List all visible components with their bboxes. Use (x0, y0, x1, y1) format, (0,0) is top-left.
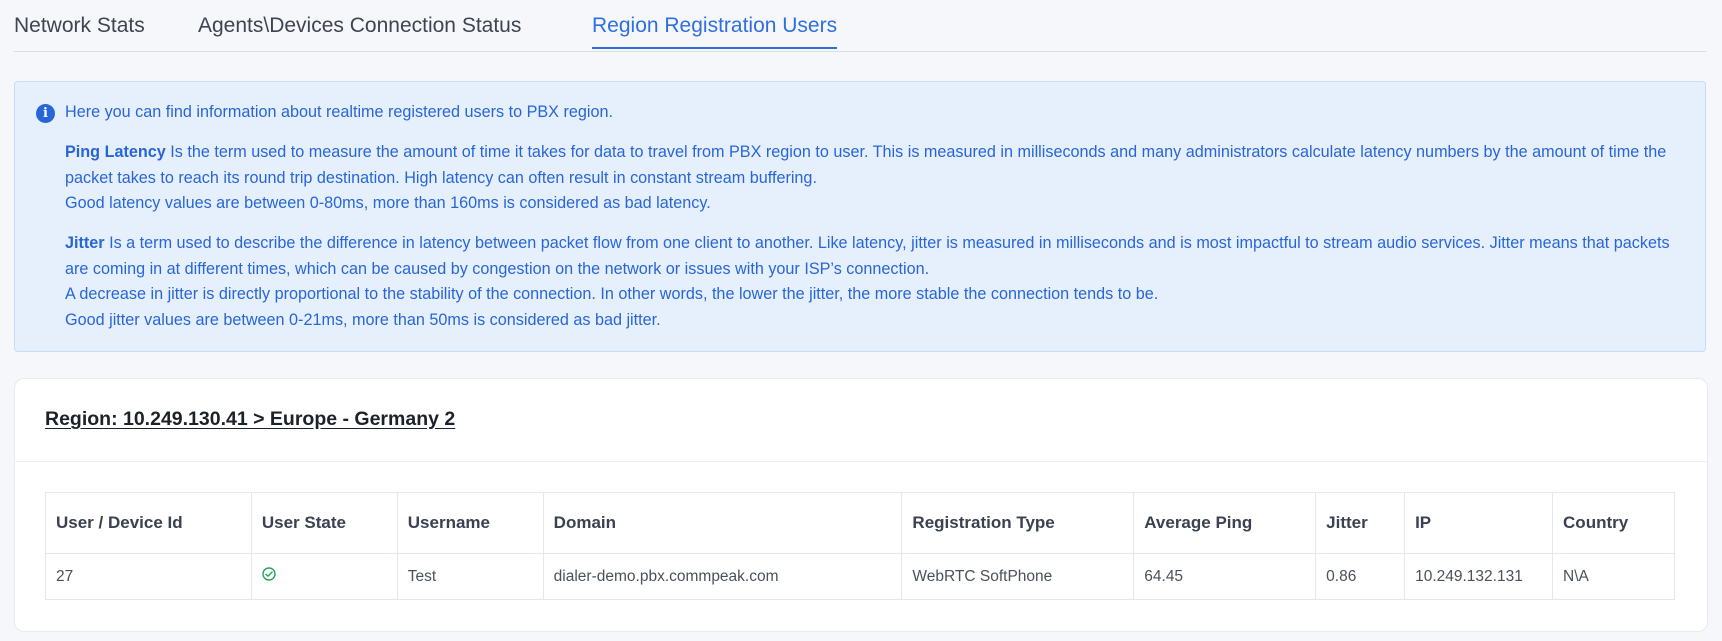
column-header-user-state[interactable]: User State (250, 492, 398, 554)
table-row: 27 Test dialer-demo.pbx.commpeak.com Web… (45, 553, 1675, 600)
region-title[interactable]: Region: 10.249.130.41 > Europe - Germany… (45, 408, 455, 431)
column-header-registration-type[interactable]: Registration Type (901, 492, 1135, 554)
cell-username: Test (396, 553, 544, 600)
cell-registration-type: WebRTC SoftPhone (901, 553, 1135, 600)
jitter-section: Jitter Is a term used to describe the di… (65, 231, 1695, 333)
check-circle-icon (262, 567, 276, 586)
info-panel: i Here you can find information about re… (14, 81, 1706, 352)
column-header-country[interactable]: Country (1552, 492, 1675, 554)
cell-domain: dialer-demo.pbx.commpeak.com (542, 553, 903, 600)
ping-latency-good-values: Good latency values are between 0-80ms, … (65, 194, 711, 212)
tab-agents-devices-connection-status[interactable]: Agents\Devices Connection Status (198, 14, 521, 48)
cell-country: N\A (1552, 553, 1675, 600)
tab-network-stats[interactable]: Network Stats (14, 14, 145, 48)
jitter-decrease-text: A decrease in jitter is directly proport… (65, 285, 1159, 303)
cell-user-device-id: 27 (45, 553, 252, 600)
column-header-average-ping[interactable]: Average Ping (1133, 492, 1317, 554)
table-header-row: User / Device Id User State Username Dom… (45, 492, 1675, 554)
column-header-ip[interactable]: IP (1404, 492, 1554, 554)
jitter-term: Jitter (65, 234, 105, 252)
cell-average-ping: 64.45 (1133, 553, 1317, 600)
region-card-header: Region: 10.249.130.41 > Europe - Germany… (15, 379, 1707, 462)
cell-ip: 10.249.132.131 (1404, 553, 1554, 600)
ping-latency-text: Is the term used to measure the amount o… (65, 143, 1667, 187)
info-icon: i (36, 104, 55, 123)
region-card: Region: 10.249.130.41 > Europe - Germany… (14, 378, 1708, 632)
ping-latency-description: Ping Latency Is the term used to measure… (65, 140, 1695, 191)
column-header-user-device-id[interactable]: User / Device Id (45, 492, 252, 554)
info-intro-text: Here you can find information about real… (65, 103, 613, 121)
tab-region-registration-users[interactable]: Region Registration Users (592, 14, 838, 49)
jitter-good-values: Good jitter values are between 0-21ms, m… (65, 310, 661, 329)
ping-latency-term: Ping Latency (65, 143, 166, 161)
column-header-domain[interactable]: Domain (542, 492, 903, 554)
column-header-username[interactable]: Username (396, 492, 544, 554)
registered-users-table: User / Device Id User State Username Dom… (45, 492, 1675, 600)
jitter-text: Is a term used to describe the differenc… (65, 234, 1670, 278)
column-header-jitter[interactable]: Jitter (1315, 492, 1406, 554)
tab-bar: Network Stats Agents\Devices Connection … (14, 0, 1706, 52)
ping-latency-section: Ping Latency Is the term used to measure… (65, 140, 1695, 217)
cell-user-state (250, 553, 398, 600)
cell-jitter: 0.86 (1315, 553, 1406, 600)
jitter-description: Jitter Is a term used to describe the di… (65, 231, 1695, 282)
